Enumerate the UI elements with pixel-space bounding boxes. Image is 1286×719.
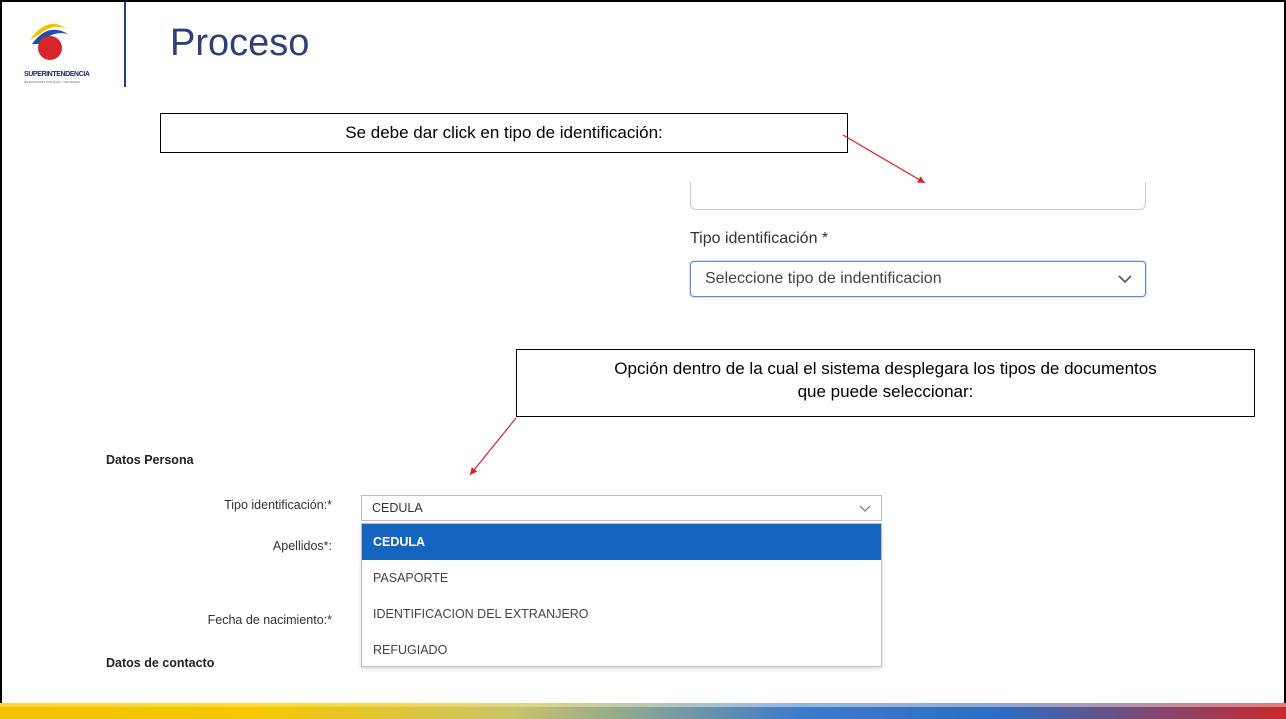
header-divider [124, 2, 126, 87]
logo-emblem-icon [30, 23, 68, 60]
logo-text: SUPERINTENDENCIA [24, 71, 90, 78]
label-apellidos: Apellidos*: [272, 539, 332, 553]
chevron-down-icon [859, 505, 871, 512]
tipo-identificacion-label: Tipo identificación * [690, 230, 829, 247]
page-title: Proceso [170, 22, 310, 64]
tipo-identificacion-dropdown[interactable]: CEDULA [361, 495, 882, 521]
callout-2-line-2: que puede seleccionar: [797, 382, 974, 401]
tipo-identificacion-select[interactable]: Seleccione tipo de indentificacion [690, 261, 1146, 297]
dropdown-selected-value: CEDULA [372, 501, 423, 515]
section-title-datos-persona: Datos Persona [106, 453, 194, 467]
label-fecha-nacimiento: Fecha de nacimiento:* [207, 613, 332, 627]
superintendencia-logo: SUPERINTENDENCIA DE ECONOMÍA POPULAR Y S… [10, 12, 120, 84]
slide-border-top [0, 0, 1286, 2]
dropdown-option-refugiado[interactable]: REFUGIADO [362, 632, 881, 668]
previous-field-edge [690, 182, 1146, 210]
instruction-callout-2: Opción dentro de la cual el sistema desp… [516, 349, 1255, 417]
form-screenshot-top: Tipo identificación * Seleccione tipo de… [652, 182, 1176, 304]
select-placeholder: Seleccione tipo de indentificacion [705, 270, 942, 287]
form-screenshot-bottom: Datos Persona Tipo identificación:* Apel… [72, 433, 900, 685]
dropdown-option-pasaporte[interactable]: PASAPORTE [362, 560, 881, 596]
slide-border-left [0, 0, 2, 706]
arrow-to-top-select [842, 134, 926, 184]
slide: SUPERINTENDENCIA DE ECONOMÍA POPULAR Y S… [0, 0, 1286, 719]
section-title-datos-contacto: Datos de contacto [106, 656, 215, 670]
dropdown-option-identificacion-extranjero[interactable]: IDENTIFICACION DEL EXTRANJERO [362, 596, 881, 632]
footer-color-bar [0, 703, 1286, 719]
dropdown-option-cedula[interactable]: CEDULA [362, 524, 881, 560]
label-tipo-identificacion: Tipo identificación:* [224, 498, 332, 512]
dropdown-options-list: CEDULA PASAPORTE IDENTIFICACION DEL EXTR… [361, 523, 882, 667]
logo-subtext: DE ECONOMÍA POPULAR Y SOLIDARIA [24, 80, 80, 84]
chevron-down-icon [1118, 275, 1132, 284]
callout-2-line-1: Opción dentro de la cual el sistema desp… [614, 359, 1157, 378]
instruction-callout-1: Se debe dar click en tipo de identificac… [160, 113, 848, 153]
